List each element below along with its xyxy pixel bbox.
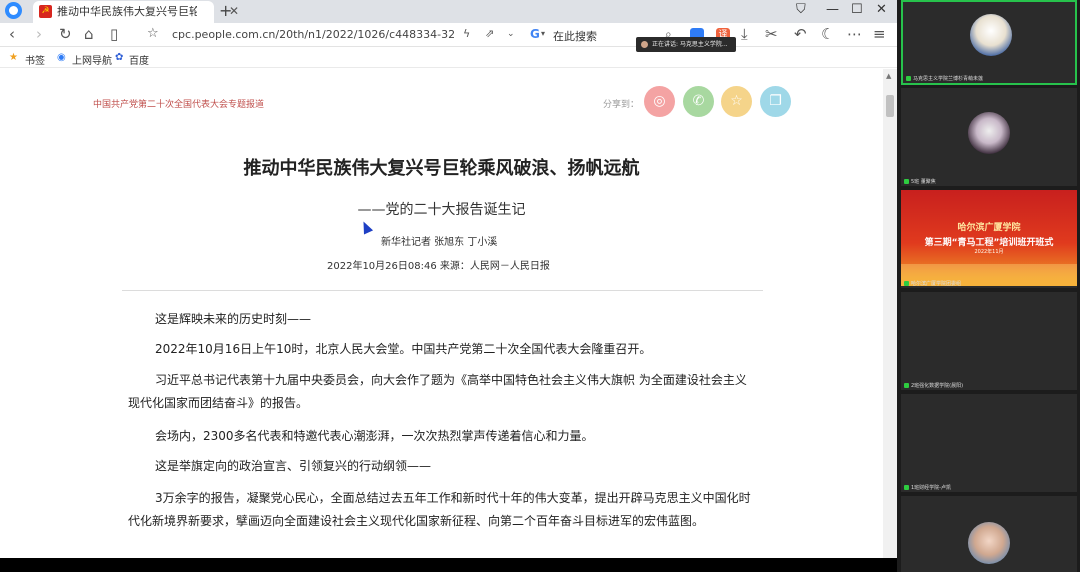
google-icon[interactable]: G [530, 27, 540, 41]
article-paragraph: 这是辉映未来的历史时刻—— [155, 312, 312, 326]
bookmark-bar: ★ 书签 ◉ 上网导航 ✿ 百度 [0, 48, 897, 68]
close-window-button[interactable]: ✕ [876, 1, 887, 19]
participant-name: 马克思主义学院兰博杉青萌未莲 [913, 76, 984, 82]
scrollbar-thumb[interactable] [886, 95, 894, 117]
more-icon[interactable]: ⋯ [847, 25, 862, 43]
menu-icon[interactable]: ≡ [873, 25, 886, 43]
bottom-bar [0, 558, 897, 572]
forward-icon[interactable]: › [36, 25, 42, 43]
bookmark-item[interactable]: 书签 [25, 52, 45, 67]
participant-tile[interactable]: 哈尔滨广厦学院 第三期“青马工程”培训班开班式 2022年11月 哈尔滨广厦学院… [901, 190, 1077, 288]
dog-avatar [970, 14, 1012, 56]
article-paragraph: 习近平总书记代表第十九届中央委员会，向大会作了题为《高举中国特色社会主义伟大旗帜… [128, 373, 747, 410]
party-emblem-icon: ☭ [39, 5, 52, 18]
speaker-avatar [641, 41, 648, 48]
participant-name: 5班 董聚焦 [911, 179, 936, 185]
page-scrollbar[interactable] [883, 69, 897, 558]
share-page-icon[interactable]: ⇗ [485, 25, 494, 43]
new-tab-button[interactable]: + [219, 2, 232, 20]
browser-window: ☭ 推动中华民族伟大复兴号巨轮乘风破 ✕ + ⛉ — ☐ ✕ ‹ › ↻ ⌂ ▯… [0, 0, 897, 558]
tab-bar: ☭ 推动中华民族伟大复兴号巨轮乘风破 ✕ + ⛉ — ☐ ✕ [0, 0, 897, 23]
undo-icon[interactable]: ↶ [794, 25, 807, 43]
mic-icon [904, 383, 909, 388]
lightning-icon[interactable]: ϟ [463, 25, 470, 43]
scissors-icon[interactable]: ✂ [765, 25, 778, 43]
participant-tile[interactable]: 2班强化数据学院(晨阳) [901, 292, 1077, 390]
copy-link-icon[interactable]: ❐ [760, 86, 791, 117]
tab-article[interactable]: ☭ 推动中华民族伟大复兴号巨轮乘风破 ✕ [33, 1, 239, 23]
participant-name: 2班强化数据学院(晨阳) [911, 383, 964, 389]
mic-icon [904, 281, 909, 286]
back-icon[interactable]: ‹ [9, 25, 15, 43]
reload-icon[interactable]: ↻ [59, 25, 72, 43]
night-mode-icon[interactable]: ☾ [821, 25, 834, 43]
breadcrumb[interactable]: 中国共产党第二十次全国代表大会专题报道 [93, 97, 264, 110]
article-paragraph: 这是举旗定向的政治宣言、引领复兴的行动纲领—— [155, 459, 432, 473]
globe-icon: ◉ [57, 52, 66, 63]
mouse-cursor-icon [358, 219, 374, 235]
speaking-label: 正在讲话: 马克思主义学院... [652, 41, 728, 48]
scroll-up-icon[interactable]: ▲ [886, 72, 891, 80]
home-icon[interactable]: ⌂ [84, 25, 94, 43]
mic-icon [906, 76, 911, 81]
browser-logo-icon[interactable] [5, 2, 22, 19]
participant-tile[interactable] [901, 496, 1077, 572]
anime-avatar [968, 112, 1010, 154]
article-paragraph: 3万余字的报告，凝聚党心民心，全面总结过去五年工作和新时代十年的伟大变革，提出开… [128, 491, 751, 528]
bookmark-star-icon: ★ [9, 52, 18, 63]
participant-name: 哈尔滨广厦学院团委组 [911, 281, 962, 287]
bookmark-item[interactable]: 百度 [129, 52, 149, 67]
wechat-share-icon[interactable]: ✆ [683, 86, 714, 117]
article-byline: 新华社记者 张旭东 丁小溪 [381, 237, 498, 248]
favorite-share-icon[interactable]: ☆ [721, 86, 752, 117]
article-headline: 推动中华民族伟大复兴号巨轮乘风破浪、扬帆远航 [243, 158, 640, 179]
article-paragraph: 会场内，2300多名代表和特邀代表心潮澎湃，一次次热烈掌声传递着信心和力量。 [155, 429, 594, 443]
mic-icon [904, 485, 909, 490]
couple-avatar [968, 522, 1010, 564]
engine-dropdown-icon[interactable]: ▾ [541, 25, 545, 43]
search-input[interactable]: 在此搜索 [553, 28, 597, 44]
participant-tile[interactable]: 1班财经学院-卢凯 [901, 394, 1077, 492]
article-dateline: 2022年10月26日08:46 来源：人民网－人民日报 [327, 261, 550, 272]
mic-icon [904, 179, 909, 184]
speaking-indicator: 正在讲话: 马克思主义学院... [636, 37, 736, 52]
weibo-share-icon[interactable]: ◎ [644, 86, 675, 117]
star-icon[interactable]: ☆ [147, 25, 159, 43]
banner-date: 2022年11月 [974, 249, 1004, 255]
maximize-button[interactable]: ☐ [851, 1, 863, 19]
banner-subtitle: 第三期“青马工程”培训班开班式 [924, 238, 1054, 248]
divider [122, 290, 763, 291]
screen: { "browser": { "tab_title": "推动中华民族伟大复兴号… [0, 0, 1080, 572]
download-icon[interactable]: ⤓ [741, 25, 748, 43]
article-subtitle: ——党的二十大报告诞生记 [357, 202, 526, 218]
bookmark-item[interactable]: 上网导航 [72, 52, 112, 67]
participant-name: 1班财经学院-卢凯 [911, 485, 951, 491]
article-page: 中国共产党第二十次全国代表大会专题报道 分享到： ◎ ✆ ☆ ❐ 推动中华民族伟… [0, 69, 883, 558]
participant-gallery: 马克思主义学院兰博杉青萌未莲 5班 董聚焦 哈尔滨广厦学院 第三期“青马工程”培… [897, 0, 1080, 572]
address-bar: ‹ › ↻ ⌂ ▯ ☆ cpc.people.com.cn/20th/n1/20… [0, 23, 897, 47]
reader-icon[interactable]: ▯ [110, 25, 118, 43]
share-label: 分享到： [603, 100, 640, 110]
participant-tile[interactable]: 5班 董聚焦 [901, 88, 1077, 186]
tab-title: 推动中华民族伟大复兴号巨轮乘风破 [57, 6, 197, 18]
article-paragraph: 2022年10月16日上午10时，北京人民大会堂。中国共产党第二十次全国代表大会… [155, 342, 652, 356]
video-banner: 哈尔滨广厦学院 第三期“青马工程”培训班开班式 2022年11月 [901, 190, 1077, 286]
baidu-paw-icon: ✿ [115, 52, 124, 63]
url-field[interactable]: cpc.people.com.cn/20th/n1/2022/1026/c448… [172, 28, 454, 41]
participant-tile[interactable]: 马克思主义学院兰博杉青萌未莲 [901, 0, 1077, 85]
minimize-button[interactable]: — [826, 1, 839, 19]
banner-title: 哈尔滨广厦学院 [957, 223, 1021, 233]
chevron-down-icon[interactable]: ⌄ [507, 25, 515, 43]
pin-icon[interactable]: ⛉ [796, 1, 806, 19]
